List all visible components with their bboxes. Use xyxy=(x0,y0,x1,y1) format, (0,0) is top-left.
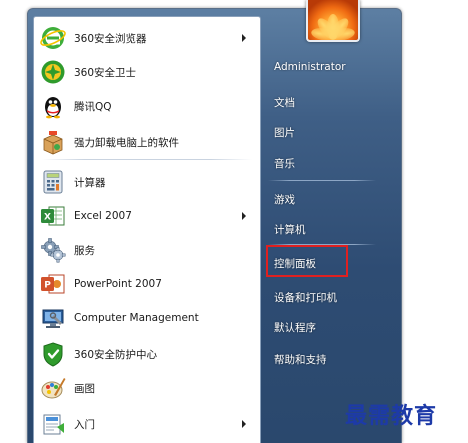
calculator-icon xyxy=(40,169,66,195)
excel-icon: X xyxy=(40,203,66,229)
right-link-computer[interactable]: 计算机 xyxy=(274,222,306,237)
services-gear-icon xyxy=(40,237,66,263)
program-label: 画图 xyxy=(74,382,95,395)
program-360-browser[interactable]: 360安全浏览器 xyxy=(38,21,256,55)
right-link-documents[interactable]: 文档 xyxy=(274,95,295,110)
360-guard-icon xyxy=(40,59,66,85)
program-label: 腾讯QQ xyxy=(74,100,112,113)
program-calculator[interactable]: 计算器 xyxy=(38,165,256,199)
right-link-pictures[interactable]: 图片 xyxy=(274,125,295,140)
submenu-arrow-icon xyxy=(242,212,246,220)
program-label: Computer Management xyxy=(74,312,199,324)
program-360-protection-center[interactable]: 360安全防护中心 xyxy=(38,337,256,371)
submenu-arrow-icon xyxy=(242,34,246,42)
program-excel[interactable]: X Excel 2007 xyxy=(38,199,256,233)
program-label: PowerPoint 2007 xyxy=(74,278,162,290)
svg-text:P: P xyxy=(44,281,51,291)
program-qq[interactable]: 腾讯QQ xyxy=(38,89,256,123)
paint-icon xyxy=(40,375,66,401)
program-label: 计算器 xyxy=(74,176,106,189)
right-link-default-programs[interactable]: 默认程序 xyxy=(274,320,316,335)
separator xyxy=(42,159,252,160)
shield-icon xyxy=(40,341,66,367)
user-avatar[interactable] xyxy=(306,0,360,42)
program-label: 360安全防护中心 xyxy=(74,348,158,361)
programs-pane: 360安全浏览器 360安全卫士 腾讯QQ 强力卸载电脑上的软件 计算器 X E… xyxy=(33,16,261,443)
uninstall-box-icon xyxy=(40,129,66,155)
user-name-link[interactable]: Administrator xyxy=(274,61,346,73)
program-label: 360安全卫士 xyxy=(74,66,137,79)
right-link-devices-printers[interactable]: 设备和打印机 xyxy=(274,290,337,305)
program-label: 强力卸载电脑上的软件 xyxy=(74,136,179,149)
program-computer-management[interactable]: Computer Management xyxy=(38,301,256,335)
program-label: 360安全浏览器 xyxy=(74,32,147,45)
computer-management-icon xyxy=(40,305,66,331)
program-label: 服务 xyxy=(74,244,95,257)
right-link-music[interactable]: 音乐 xyxy=(274,156,295,171)
program-label: 入门 xyxy=(74,418,95,431)
qq-penguin-icon xyxy=(40,93,66,119)
program-powerpoint[interactable]: P PowerPoint 2007 xyxy=(38,267,256,301)
program-uninstaller[interactable]: 强力卸载电脑上的软件 xyxy=(38,125,256,159)
program-getting-started[interactable]: 入门 xyxy=(38,407,256,441)
ie-browser-icon xyxy=(40,25,66,51)
submenu-arrow-icon xyxy=(242,420,246,428)
powerpoint-icon: P xyxy=(40,271,66,297)
program-label: Excel 2007 xyxy=(74,210,132,222)
control-panel-highlight-box xyxy=(266,245,348,277)
right-link-games[interactable]: 游戏 xyxy=(274,192,295,207)
program-360-guard[interactable]: 360安全卫士 xyxy=(38,55,256,89)
svg-text:X: X xyxy=(44,213,51,223)
program-paint[interactable]: 画图 xyxy=(38,371,256,405)
getting-started-icon xyxy=(40,411,66,437)
program-services[interactable]: 服务 xyxy=(38,233,256,267)
watermark-text: 最需教育 xyxy=(345,403,438,429)
right-link-help-support[interactable]: 帮助和支持 xyxy=(274,352,327,367)
separator xyxy=(268,180,376,181)
